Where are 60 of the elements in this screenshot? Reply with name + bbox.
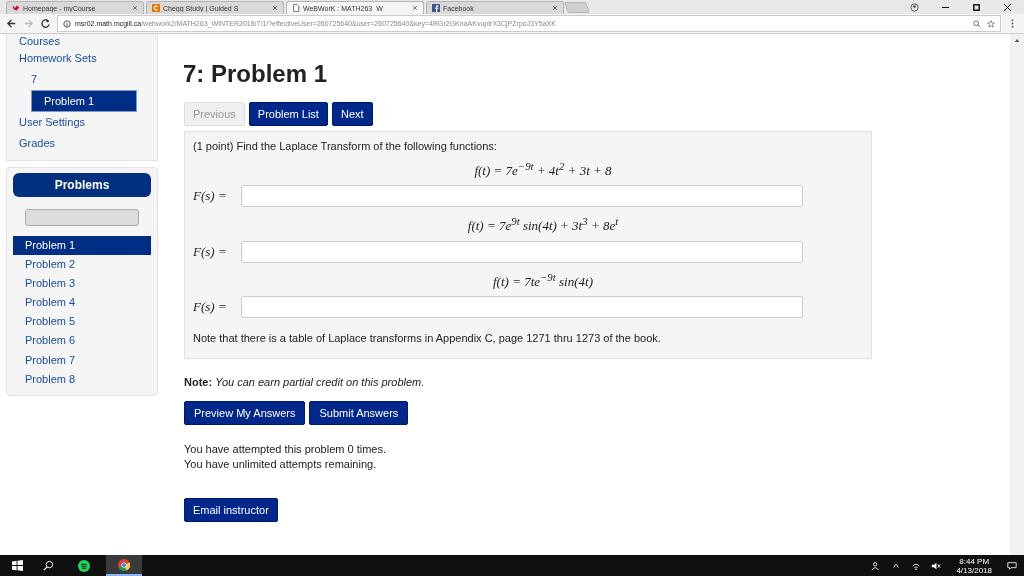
- page-icon: [292, 4, 300, 12]
- scrollbar[interactable]: [1010, 34, 1024, 555]
- time-text: 8:44 PM: [959, 556, 990, 566]
- browser-logo-icon: [118, 558, 130, 571]
- zoom-icon[interactable]: [973, 19, 981, 28]
- star-icon[interactable]: [987, 19, 995, 28]
- scroll-up-arrow-icon[interactable]: [1014, 38, 1020, 43]
- reload-icon[interactable]: [40, 18, 51, 29]
- page-title: 7: Problem 1: [183, 59, 328, 89]
- problem-link[interactable]: Problem 1: [13, 236, 151, 256]
- problem-link[interactable]: Problem 6: [13, 331, 151, 351]
- windows-icon[interactable]: [12, 560, 23, 571]
- problem-link[interactable]: Problem 8: [13, 369, 151, 389]
- nav-button[interactable]: Next: [331, 102, 373, 126]
- speaker-icon[interactable]: [931, 560, 942, 571]
- clock[interactable]: 8:44 PM 4/13/2018: [956, 556, 992, 575]
- attempts-text: You have unlimited attempts remaining.: [184, 457, 377, 472]
- problem-link[interactable]: Problem 7: [13, 350, 151, 370]
- answer-field[interactable]: [241, 240, 803, 263]
- nav-button[interactable]: Problem List: [248, 102, 328, 126]
- taskbar-app[interactable]: [106, 555, 142, 576]
- equation: f(t) = 7te$^{−9t}$ sin(4t): [492, 270, 594, 290]
- account-icon[interactable]: [910, 2, 919, 12]
- problem-link[interactable]: Problem 2: [13, 255, 151, 275]
- people-icon[interactable]: [871, 560, 882, 571]
- email-button[interactable]: Email instructor: [184, 498, 278, 522]
- letter-f-icon: [432, 4, 440, 12]
- nav-link[interactable]: User Settings: [7, 112, 157, 134]
- restore-icon[interactable]: [972, 2, 981, 12]
- answer-label: F(s) =: [193, 299, 228, 315]
- answer-field[interactable]: [241, 296, 803, 318]
- problem-note: Note that there is a table of Laplace transforms in Appendix C, page 1271 thru 1273 of the book.: [193, 332, 662, 344]
- answer-field[interactable]: [241, 185, 803, 208]
- close-icon[interactable]: [1003, 2, 1012, 12]
- nav-link[interactable]: Problem 1: [31, 89, 137, 113]
- bird-icon: [12, 4, 20, 12]
- nav-link[interactable]: Courses: [7, 34, 157, 48]
- info-icon: [63, 19, 71, 28]
- search-icon[interactable]: [43, 560, 54, 571]
- action-button[interactable]: Submit Answers: [309, 401, 409, 425]
- problem-link[interactable]: Problem 5: [13, 312, 151, 332]
- note-text: Note: You can earn partial credit on this problem.: [184, 376, 425, 388]
- back-arrow-icon[interactable]: [6, 18, 17, 29]
- letter-c-icon: [152, 4, 160, 12]
- answer-label: F(s) =: [193, 243, 228, 260]
- equation: f(t) = 7e$^{9t}$ sin(4t) + 3t$^{3}$ + 8e$^{t}$: [466, 215, 620, 235]
- nav-link[interactable]: Grades: [7, 133, 157, 154]
- equation: f(t) = 7e$^{−9t}$ + 4t$^{2}$ + 3t + 8: [473, 160, 613, 180]
- problem-text: (1 point) Find the Laplace Transform of the following functions:: [193, 140, 498, 152]
- date-text: 4/13/2018: [956, 565, 992, 575]
- panel-heading: Problems: [13, 173, 151, 197]
- music-app-icon: [78, 559, 90, 572]
- attempts-text: You have attempted this problem 0 times.: [184, 442, 386, 457]
- nav-link[interactable]: 7: [7, 68, 157, 90]
- nav-link[interactable]: Homework Sets: [7, 48, 157, 69]
- action-button[interactable]: Preview My Answers: [184, 401, 306, 425]
- problem-link[interactable]: Problem 4: [13, 293, 151, 313]
- problem-link[interactable]: Problem 3: [13, 274, 151, 294]
- answer-label: F(s) =: [193, 188, 228, 205]
- notification-icon[interactable]: [1007, 560, 1017, 571]
